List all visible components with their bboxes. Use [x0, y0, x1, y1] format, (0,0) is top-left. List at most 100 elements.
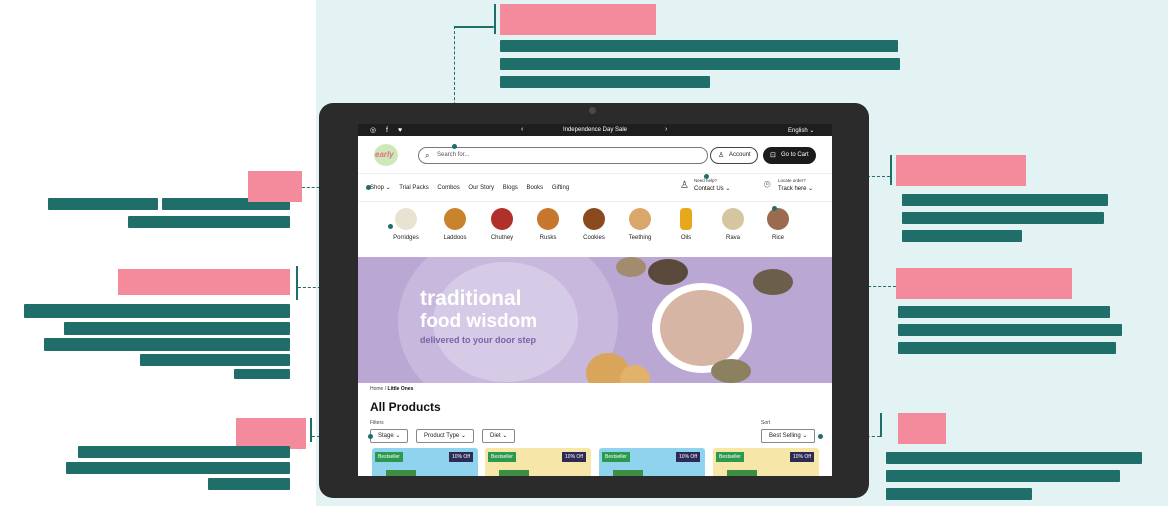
product-card[interactable]: Bestseller 10% Off	[713, 448, 819, 476]
contact-us-link[interactable]: ♙ Need help? Contact Us ⌄	[680, 178, 730, 192]
sale-text[interactable]: Independence Day Sale	[518, 127, 672, 133]
nav-item-trial-packs[interactable]: Trial Packs	[399, 185, 428, 191]
category-label: Cookies	[583, 235, 605, 241]
nav-item-gifting[interactable]: Gifting	[552, 185, 569, 191]
social-icons[interactable]: ◎ f ♥	[370, 126, 406, 134]
announcement-bar: ◎ f ♥ ‹ Independence Day Sale › English …	[358, 124, 832, 136]
annotation-text-bar	[886, 470, 1120, 482]
search-vline	[494, 4, 496, 34]
category-rice[interactable]: Rice	[758, 208, 798, 241]
search-connector-dot	[452, 144, 457, 149]
track-small-text: Locate order?	[778, 178, 806, 183]
annotation-text-bar	[44, 338, 290, 351]
product-card[interactable]: Bestseller 10% Off	[599, 448, 705, 476]
annotation-text-bar	[234, 369, 290, 379]
nav-item-books[interactable]: Books	[526, 185, 543, 191]
rava-image	[722, 208, 744, 230]
annotation-text-bar	[902, 230, 1022, 242]
category-oils[interactable]: Oils	[666, 208, 706, 241]
sort-select[interactable]: Best Selling ⌄	[761, 429, 816, 443]
hero-banner[interactable]: traditional food wisdom delivered to you…	[358, 257, 832, 383]
filter-diet[interactable]: Diet ⌄	[482, 429, 516, 443]
annotation-text-bar	[128, 216, 290, 228]
bestseller-badge: Bestseller	[602, 452, 630, 462]
category-label: Rusks	[539, 235, 557, 241]
category-laddoos[interactable]: Laddoos	[435, 208, 475, 241]
account-button[interactable]: ♙ Account	[710, 147, 758, 164]
breadcrumb-current: Little Ones	[387, 386, 414, 392]
language-selector[interactable]: English ⌄	[788, 127, 814, 134]
annotation-text-bar	[886, 488, 1032, 500]
annotation-text-bar	[886, 452, 1142, 464]
search-annotation-tag	[500, 4, 656, 35]
category-rusks[interactable]: Rusks	[528, 208, 568, 241]
bestseller-badge: Bestseller	[488, 452, 516, 462]
nav-item-combos[interactable]: Combos	[437, 185, 459, 191]
help-annotation-tag	[896, 155, 1026, 186]
spice-image	[711, 359, 751, 383]
sort-vline	[880, 413, 882, 437]
product-card[interactable]: Bestseller 10% Off	[372, 448, 478, 476]
annotation-text-bar	[64, 322, 290, 335]
category-label: Laddoos	[443, 235, 467, 241]
support-icon: ♙	[680, 180, 689, 191]
location-pin-icon: ⌾	[764, 179, 771, 191]
category-label: Rava	[725, 235, 740, 241]
category-chutney[interactable]: Chutney	[482, 208, 522, 241]
spice-image	[616, 257, 646, 277]
product-card[interactable]: Bestseller 10% Off	[485, 448, 591, 476]
logo-text: early	[375, 150, 394, 159]
annotation-text-bar	[500, 76, 710, 88]
breadcrumb-home[interactable]: Home	[370, 386, 383, 392]
main-nav: Shop ⌄ Trial Packs Combos Our Story Blog…	[358, 174, 832, 202]
nav-item-our-story[interactable]: Our Story	[468, 185, 494, 191]
hero-title-line1: traditional	[420, 287, 522, 310]
annotation-text-bar	[902, 212, 1104, 224]
annotation-text-bar	[898, 342, 1116, 354]
next-announcement-icon[interactable]: ›	[665, 126, 667, 133]
search-connector-cap	[454, 26, 494, 28]
category-strip: Porridges Laddoos Chutney Rusks Cookies …	[358, 202, 832, 253]
breadcrumb-separator: /	[384, 386, 387, 392]
sort-annotation-tag	[898, 413, 946, 444]
porridge-fill	[660, 290, 744, 366]
spice-image	[753, 269, 793, 295]
search-input[interactable]: ⌕ Search for...	[418, 147, 708, 164]
cart-button[interactable]: ⊡ Go to Cart	[763, 147, 816, 164]
spice-image	[648, 259, 688, 285]
discount-badge: 10% Off	[449, 452, 473, 462]
filters-label: Filters	[370, 420, 384, 426]
bestseller-badge: Bestseller	[716, 452, 744, 462]
nav-item-blogs[interactable]: Blogs	[503, 185, 518, 191]
breadcrumb: Home / Little Ones	[370, 386, 413, 392]
annotation-text-bar	[898, 324, 1122, 336]
nav-item-shop[interactable]: Shop ⌄	[370, 185, 391, 191]
category-rava[interactable]: Rava	[713, 208, 753, 241]
laddoos-image	[444, 208, 466, 230]
product-image	[727, 470, 757, 476]
track-big-text: Track here ⌄	[778, 186, 814, 192]
category-label: Oils	[680, 235, 692, 241]
hero-title-line2: food wisdom	[420, 311, 538, 332]
oils-image	[680, 208, 692, 230]
sort-connector-dot	[818, 434, 823, 439]
category-teething[interactable]: Teething	[620, 208, 660, 241]
filter-connector-dot	[368, 434, 373, 439]
help-connector-dot	[704, 174, 709, 179]
nav-connector-dot	[366, 185, 371, 190]
product-image	[499, 470, 529, 476]
user-icon: ♙	[718, 152, 725, 159]
site-logo[interactable]: early	[370, 142, 402, 168]
search-placeholder: Search for...	[437, 152, 470, 158]
discount-badge: 10% Off	[790, 452, 814, 462]
track-order-link[interactable]: ⌾ Locate order? Track here ⌄	[764, 178, 814, 192]
porridges-image	[395, 208, 417, 230]
chutney-image	[491, 208, 513, 230]
filter-stage[interactable]: Stage ⌄	[370, 429, 409, 443]
category-annotation-tag	[118, 269, 290, 295]
cart-icon: ⊡	[770, 152, 776, 159]
filter-product-type[interactable]: Product Type ⌄	[416, 429, 474, 443]
product-image	[613, 470, 643, 476]
camera-dot	[589, 107, 596, 114]
category-cookies[interactable]: Cookies	[574, 208, 614, 241]
